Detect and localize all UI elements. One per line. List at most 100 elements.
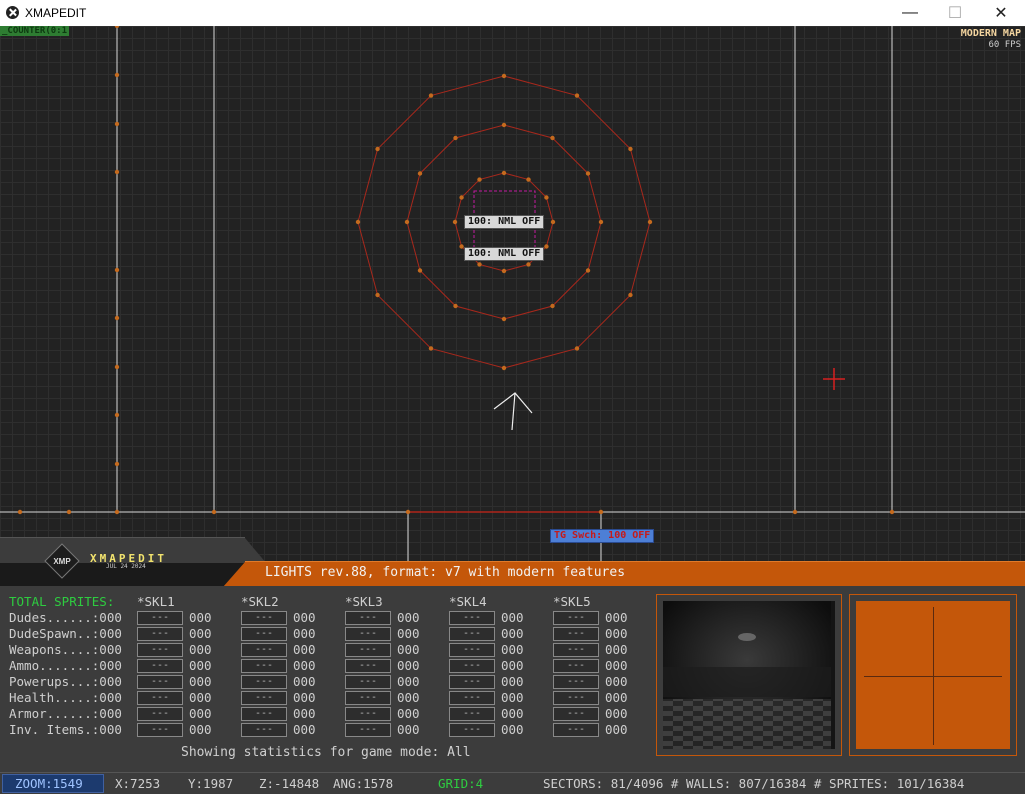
skill-count-box: --- — [345, 675, 391, 689]
stat-row-label: DudeSpawn..:000 — [9, 626, 122, 641]
skill-count-value: 000 — [501, 642, 524, 657]
skill-count-box: --- — [449, 675, 495, 689]
vertex-point — [477, 262, 482, 267]
vertex-point — [428, 346, 434, 351]
skill-count-value: 000 — [293, 722, 316, 737]
app-icon — [6, 6, 19, 19]
map-geometry[interactable] — [0, 26, 1025, 561]
vertex-point — [647, 219, 653, 225]
x-coord: X:7253 — [115, 776, 161, 791]
skill-count-box: --- — [553, 707, 599, 721]
vertex-point — [452, 219, 458, 225]
2d-overview[interactable] — [849, 594, 1017, 756]
skill-count-box: --- — [449, 659, 495, 673]
counter-sprite-tag[interactable]: _COUNTER(0:1 — [0, 26, 70, 36]
skill-header-3: *SKL3 — [345, 594, 383, 609]
status-bar: ZOOM:1549 X:7253 Y:1987 Z:-14848 ANG:157… — [0, 772, 1025, 794]
map-canvas[interactable]: _COUNTER(0:1 MODERN MAP 60 FPS 100: NML … — [0, 26, 1025, 561]
skill-count-value: 000 — [501, 626, 524, 641]
skill-count-box: --- — [137, 707, 183, 721]
skill-count-value: 000 — [397, 706, 420, 721]
skill-count-value: 000 — [189, 626, 212, 641]
player-arrow-icon — [493, 392, 533, 431]
skill-count-value: 000 — [501, 610, 524, 625]
vertex-point — [114, 315, 120, 321]
skill-count-value: 000 — [293, 706, 316, 721]
fps-counter: 60 FPS — [988, 40, 1021, 50]
total-sprites-header: TOTAL SPRITES: — [9, 594, 115, 609]
skill-count-box: --- — [241, 707, 287, 721]
vertex-point — [501, 73, 507, 79]
skill-count-value: 000 — [397, 658, 420, 673]
vertex-point — [114, 72, 120, 78]
skill-header-2: *SKL2 — [241, 594, 279, 609]
vertex-point — [501, 170, 507, 176]
skill-count-value: 000 — [605, 610, 628, 625]
game-mode-text: Showing statistics for game mode: All — [181, 745, 471, 760]
vertex-point — [417, 171, 423, 176]
vertex-point — [477, 177, 482, 182]
skill-count-value: 000 — [501, 658, 524, 673]
vertex-point — [375, 292, 380, 298]
skill-count-value: 000 — [501, 674, 524, 689]
vertex-point — [501, 268, 507, 274]
skill-count-box: --- — [449, 707, 495, 721]
skill-header-5: *SKL5 — [553, 594, 591, 609]
minimize-button[interactable]: — — [887, 0, 933, 26]
y-coord: Y:1987 — [188, 776, 234, 791]
grid-value: GRID:4 — [438, 776, 484, 791]
info-bar: LIGHTS rev.88, format: v7 with modern fe… — [223, 561, 1025, 587]
skill-count-value: 000 — [605, 658, 628, 673]
vertex-point — [585, 268, 591, 273]
stat-row-label: Ammo.......:000 — [9, 658, 122, 673]
vertex-point — [114, 412, 120, 418]
skill-count-value: 000 — [397, 690, 420, 705]
skill-count-box: --- — [553, 723, 599, 737]
3d-preview[interactable] — [656, 594, 842, 756]
skill-count-value: 000 — [189, 722, 212, 737]
skill-count-value: 000 — [397, 610, 420, 625]
vertex-point — [114, 364, 120, 370]
vertex-point — [889, 509, 895, 515]
close-button[interactable]: ✕ — [978, 0, 1024, 26]
stat-row-label: Health.....:000 — [9, 690, 122, 705]
skill-count-box: --- — [553, 627, 599, 641]
vertex-point — [211, 509, 217, 515]
skill-count-value: 000 — [501, 690, 524, 705]
compass-horizontal-line — [864, 676, 1002, 677]
z-coord: Z:-14848 — [259, 776, 320, 791]
zoom-value: ZOOM:1549 — [15, 776, 83, 791]
vertex-point — [375, 146, 380, 152]
map-counts: SECTORS: 81/4096 # WALLS: 807/16384 # SP… — [543, 776, 965, 791]
skill-count-box: --- — [449, 627, 495, 641]
skill-count-box: --- — [553, 675, 599, 689]
skill-count-value: 000 — [293, 626, 316, 641]
skill-count-value: 000 — [397, 722, 420, 737]
skill-count-value: 000 — [605, 690, 628, 705]
vertex-point — [574, 346, 580, 351]
vertex-point — [114, 26, 120, 29]
vertex-point — [544, 195, 549, 200]
stat-row-label: Armor......:000 — [9, 706, 122, 721]
vertex-point — [453, 303, 458, 309]
skill-count-box: --- — [241, 723, 287, 737]
map-mode-label: MODERN MAP — [960, 28, 1021, 39]
skill-count-value: 000 — [397, 642, 420, 657]
crosshair-icon — [823, 368, 845, 390]
preview-scene — [663, 601, 831, 749]
skill-count-box: --- — [241, 611, 287, 625]
xmp-logo-icon: XMP — [44, 543, 80, 579]
skill-count-box: --- — [137, 723, 183, 737]
skill-count-value: 000 — [293, 674, 316, 689]
vertex-point — [355, 219, 361, 225]
light-sprite-tag[interactable]: 100: NML OFF — [464, 247, 545, 261]
skill-count-value: 000 — [293, 642, 316, 657]
skill-count-box: --- — [137, 627, 183, 641]
skill-count-value: 000 — [397, 626, 420, 641]
vertex-point — [404, 219, 410, 225]
skill-count-value: 000 — [293, 690, 316, 705]
maximize-button[interactable]: ☐ — [932, 0, 978, 26]
vertex-point — [501, 365, 507, 371]
skill-count-value: 000 — [605, 626, 628, 641]
light-sprite-tag[interactable]: 100: NML OFF — [464, 215, 545, 229]
